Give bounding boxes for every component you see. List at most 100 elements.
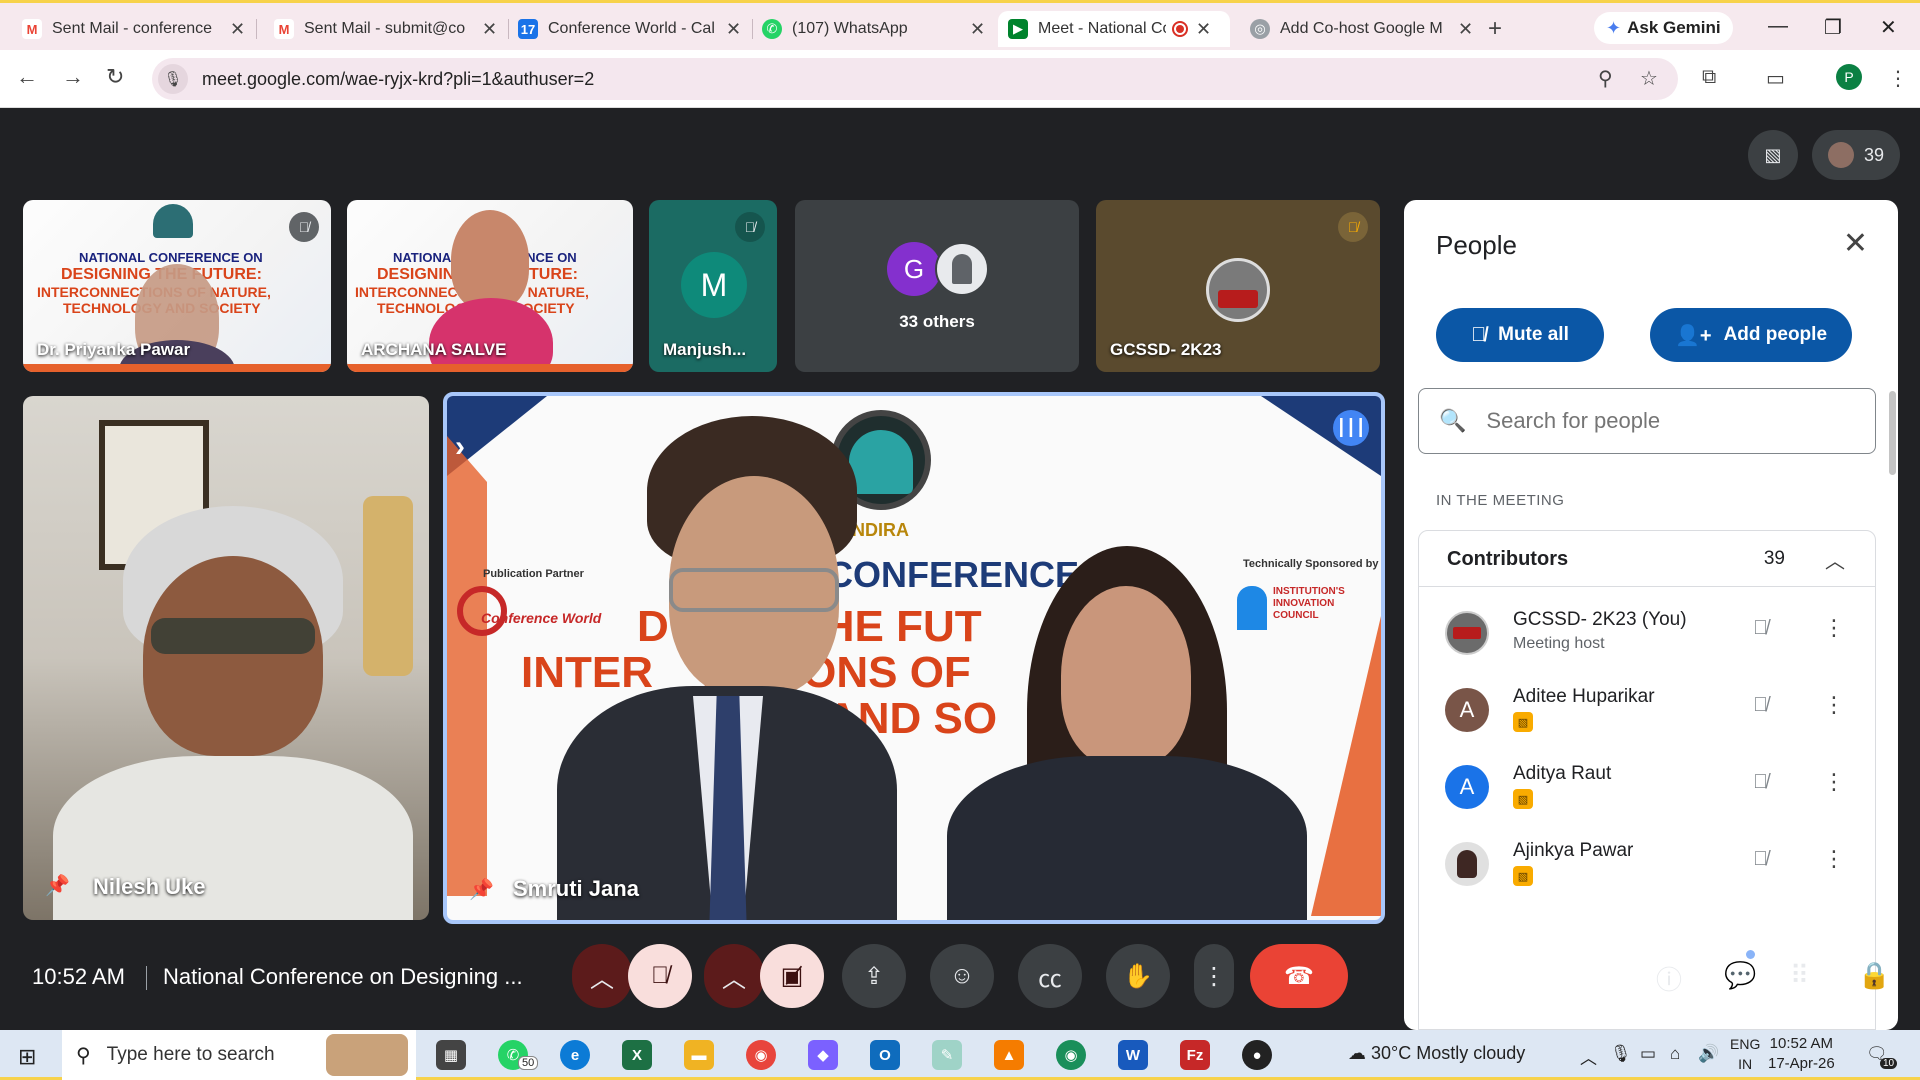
close-icon[interactable]: ✕ — [1843, 226, 1868, 261]
meeting-title[interactable]: National Conference on Designing ... — [163, 964, 523, 990]
list-item[interactable]: A Aditya Raut ▧ 🎙̸ ⋮ — [1419, 751, 1875, 829]
close-icon[interactable]: ✕ — [970, 19, 985, 40]
logo — [153, 204, 193, 238]
file-explorer-icon[interactable]: ▬ — [684, 1040, 714, 1070]
hide-tiles-icon[interactable]: ▧ — [1748, 130, 1798, 180]
ask-gemini-button[interactable]: ✦ Ask Gemini — [1594, 12, 1733, 44]
restore-button[interactable]: ❐ — [1824, 15, 1842, 40]
list-item[interactable]: GCSSD- 2K23 (You) Meeting host 🎙̸ ⋮ — [1419, 597, 1875, 675]
tab-add-cohost[interactable]: ◎ Add Co-host Google M ✕ — [1240, 11, 1483, 47]
present-screen-button[interactable]: ⇪ — [842, 944, 906, 1008]
close-icon[interactable]: ✕ — [726, 19, 741, 40]
more-options-icon[interactable]: ⋮ — [1823, 846, 1845, 872]
cast-icon[interactable]: ▭ — [1766, 66, 1785, 91]
excel-icon[interactable]: X — [622, 1040, 652, 1070]
new-tab-button[interactable]: + — [1488, 15, 1502, 43]
url-text[interactable]: meet.google.com/wae-ryjx-krd?pli=1&authu… — [202, 69, 594, 90]
m365-icon[interactable]: ◆ — [808, 1040, 838, 1070]
participant-tile-smruti[interactable]: INDIRA Publication Partner Conference Wo… — [443, 392, 1385, 924]
system-clock[interactable]: 10:52 AM 17-Apr-26 — [1768, 1034, 1835, 1074]
word-icon[interactable]: W — [1118, 1040, 1148, 1070]
tab-conference-world[interactable]: 17 Conference World - Cal ✕ — [508, 11, 751, 47]
mic-off-icon[interactable]: 🎙̸ — [1753, 694, 1768, 717]
vlc-icon[interactable]: ▲ — [994, 1040, 1024, 1070]
more-options-button[interactable]: ⋮ — [1194, 944, 1234, 1008]
mic-off-icon[interactable]: 🎙̸ — [1753, 771, 1768, 794]
mic-icon[interactable]: 🎙 — [1610, 1044, 1632, 1064]
menu-kebab-icon[interactable]: ⋮ — [1888, 66, 1908, 91]
info-icon[interactable]: ⓘ — [1656, 960, 1682, 997]
tab-sent-mail-1[interactable]: M Sent Mail - conference ✕ — [12, 11, 255, 47]
raise-hand-button[interactable]: ✋ — [1106, 944, 1170, 1008]
language-indicator[interactable]: ENG IN — [1730, 1034, 1760, 1074]
panel-scrollbar[interactable] — [1889, 391, 1896, 475]
tab-whatsapp[interactable]: ✆ (107) WhatsApp ✕ — [752, 11, 995, 47]
app-icon[interactable]: ● — [1242, 1040, 1272, 1070]
activities-icon[interactable]: ⠿ — [1790, 960, 1809, 991]
battery-icon[interactable]: ▭ — [1640, 1044, 1656, 1064]
mute-all-button[interactable]: 🎙̸ Mute all — [1436, 308, 1604, 362]
chrome-profile-icon[interactable]: ◉ — [1056, 1040, 1086, 1070]
search-icon: ⚲ — [76, 1044, 91, 1067]
leave-call-button[interactable]: ☎ — [1250, 944, 1348, 1008]
back-arrow-icon[interactable]: ← — [16, 64, 38, 90]
captions-button[interactable]: ㏄ — [1018, 944, 1082, 1008]
volume-icon[interactable]: 🔊 — [1698, 1044, 1719, 1064]
search-people-field[interactable]: 🔍 — [1418, 388, 1876, 454]
participant-tile-priyanka[interactable]: NATIONAL CONFERENCE ON DESIGNING THE FUT… — [23, 200, 331, 372]
zoom-icon[interactable]: ⚲ — [1598, 66, 1613, 91]
close-window-button[interactable]: ✕ — [1880, 15, 1897, 40]
more-options-icon[interactable]: ⋮ — [1823, 769, 1845, 795]
chat-icon[interactable]: 💬 — [1724, 960, 1756, 991]
close-icon[interactable]: ✕ — [1196, 19, 1211, 40]
pin-icon[interactable]: 📌 — [469, 877, 494, 902]
search-input[interactable] — [1486, 408, 1847, 434]
close-icon[interactable]: ✕ — [1458, 19, 1473, 40]
participants-count-button[interactable]: 39 — [1812, 130, 1900, 180]
more-options-icon[interactable]: ⋮ — [1823, 692, 1845, 718]
chrome-icon[interactable]: ◉ — [746, 1040, 776, 1070]
extensions-icon[interactable]: ⧉ — [1702, 66, 1716, 89]
forward-arrow-icon[interactable]: → — [62, 64, 84, 90]
add-people-button[interactable]: 👤+ Add people — [1650, 308, 1852, 362]
minimize-button[interactable]: — — [1768, 15, 1788, 38]
participant-tile-nilesh[interactable]: 📌 Nilesh Uke — [23, 396, 429, 920]
reactions-button[interactable]: ☺ — [930, 944, 994, 1008]
windows-start-icon[interactable]: ⊞ — [18, 1044, 36, 1070]
edge-icon[interactable]: e — [560, 1040, 590, 1070]
list-item[interactable]: Ajinkya Pawar ▧ 🎙̸ ⋮ — [1419, 828, 1875, 906]
audio-options-button[interactable]: ︿ — [572, 944, 632, 1008]
mic-off-icon[interactable]: 🎙̸ — [1753, 848, 1768, 871]
participant-tile-gcssd[interactable]: 🎙̸ GCSSD- 2K23 — [1096, 200, 1380, 372]
tab-sent-mail-2[interactable]: M Sent Mail - submit@co ✕ — [264, 11, 507, 47]
taskbar-search[interactable]: ⚲ Type here to search — [62, 1030, 416, 1080]
outlook-icon[interactable]: O — [870, 1040, 900, 1070]
participant-tile-others[interactable]: G 33 others — [795, 200, 1079, 372]
close-icon[interactable]: ✕ — [482, 19, 497, 40]
profile-avatar[interactable]: P — [1836, 64, 1862, 90]
network-icon[interactable]: ⌂ — [1670, 1044, 1680, 1064]
bookmark-star-icon[interactable]: ☆ — [1640, 66, 1658, 91]
omnibox[interactable]: 🎙 meet.google.com/wae-ryjx-krd?pli=1&aut… — [152, 58, 1678, 100]
list-item[interactable]: A Aditee Huparikar ▧ 🎙̸ ⋮ — [1419, 674, 1875, 752]
reload-icon[interactable]: ↻ — [106, 64, 124, 90]
weather-widget[interactable]: ☁ 30°C Mostly cloudy — [1348, 1043, 1525, 1064]
mic-toggle-button[interactable]: 🎙̸ — [628, 944, 692, 1008]
mic-off-icon[interactable]: 🎙̸ — [1753, 617, 1768, 640]
close-icon[interactable]: ✕ — [230, 19, 245, 40]
paint-icon[interactable]: ✎ — [932, 1040, 962, 1070]
camera-toggle-button[interactable]: ▣̸ — [760, 944, 824, 1008]
contributors-header[interactable]: Contributors 39 ︿ — [1419, 531, 1875, 587]
chevron-up-icon[interactable]: ︿ — [1825, 545, 1845, 574]
chevron-up-icon[interactable]: ︿ — [1580, 1044, 1597, 1069]
task-view-icon[interactable]: ▦ — [436, 1040, 466, 1070]
tab-meet[interactable]: ▶ Meet - National Co ✕ — [998, 11, 1230, 47]
host-controls-icon[interactable]: 🔒 — [1858, 960, 1890, 991]
pin-icon[interactable]: 📌 — [45, 873, 70, 898]
participant-tile-manjush[interactable]: M 🎙̸ Manjush... — [649, 200, 777, 372]
filezilla-icon[interactable]: Fz — [1180, 1040, 1210, 1070]
participant-tile-archana[interactable]: NATIONAL CONFERENCE ON DESIGNING THE FUT… — [347, 200, 633, 372]
more-options-icon[interactable]: ⋮ — [1823, 615, 1845, 641]
site-info-icon[interactable]: 🎙 — [158, 64, 188, 94]
video-options-button[interactable]: ︿ — [704, 944, 764, 1008]
